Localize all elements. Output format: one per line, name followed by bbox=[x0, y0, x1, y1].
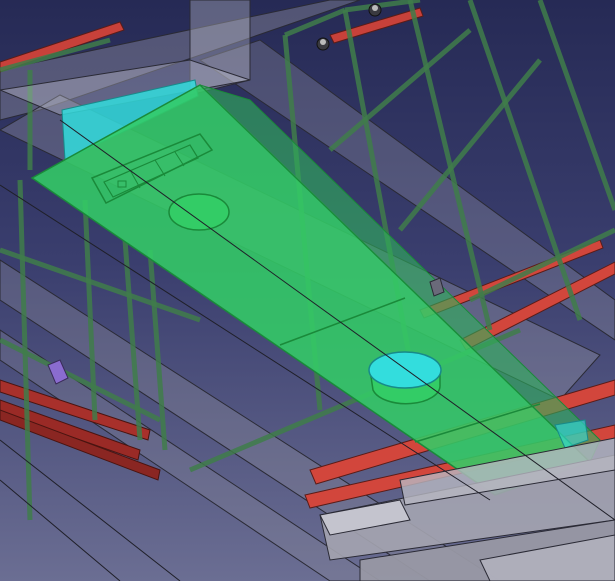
round-spigot[interactable] bbox=[368, 351, 442, 405]
stud-5 bbox=[537, 0, 615, 211]
round-opening[interactable] bbox=[168, 193, 230, 231]
3d-viewport[interactable] bbox=[0, 0, 615, 581]
hex-bolt-icon bbox=[368, 3, 382, 17]
spigot-top bbox=[368, 351, 442, 389]
model-scene[interactable] bbox=[0, 0, 615, 581]
hex-bolt-icon bbox=[316, 37, 330, 51]
